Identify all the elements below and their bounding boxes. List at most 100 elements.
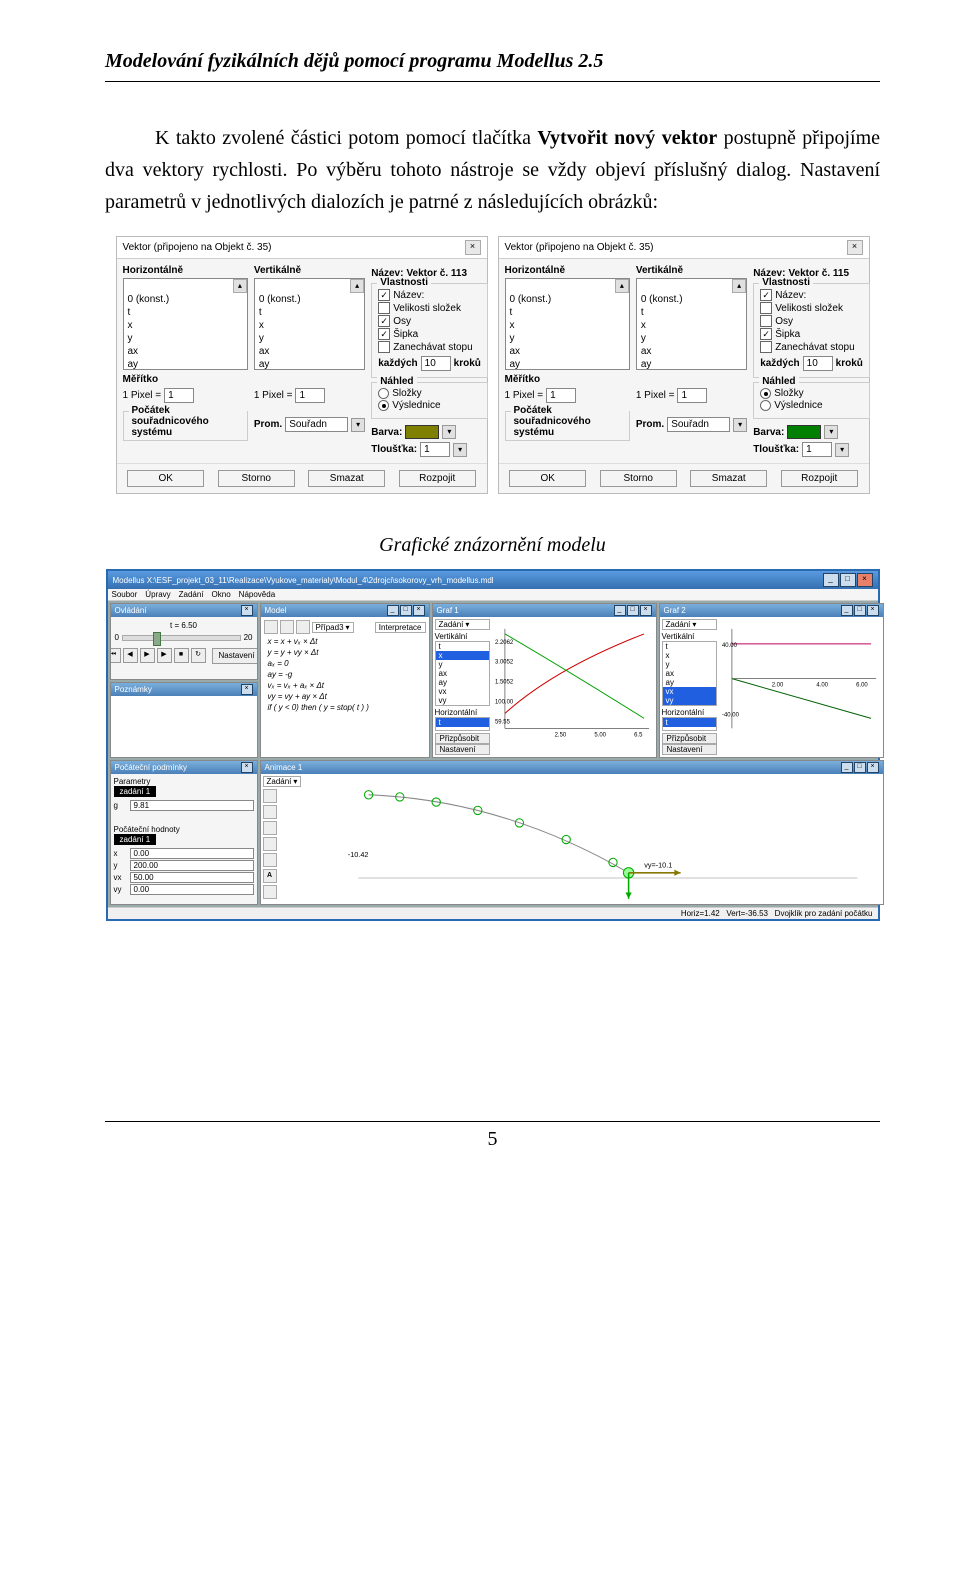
- dropdown-icon[interactable]: ▾: [351, 418, 365, 432]
- opt-t[interactable]: t: [255, 306, 364, 319]
- opt-x[interactable]: x: [506, 319, 629, 332]
- kazdych-input[interactable]: 10: [421, 356, 451, 371]
- opt-y[interactable]: y: [637, 332, 746, 345]
- close-icon[interactable]: ×: [465, 240, 481, 255]
- graf1-horiz-listbox[interactable]: t: [435, 717, 490, 731]
- g-input[interactable]: 9.81: [130, 800, 254, 811]
- radio-slozky[interactable]: [378, 388, 389, 399]
- storno-button[interactable]: Storno: [218, 470, 295, 487]
- check-zanechavat[interactable]: [378, 341, 390, 353]
- close-icon[interactable]: ×: [847, 240, 863, 255]
- close-icon[interactable]: ×: [241, 762, 253, 773]
- kazdych-input[interactable]: 10: [803, 356, 833, 371]
- text-icon[interactable]: A: [263, 869, 277, 883]
- ok-button[interactable]: OK: [127, 470, 204, 487]
- zadani-dropdown[interactable]: Zadání▾: [435, 619, 490, 630]
- scroll-up-icon[interactable]: ▴: [233, 279, 247, 293]
- close-icon[interactable]: ×: [241, 684, 253, 695]
- interpret-button[interactable]: Interpretace: [375, 622, 426, 633]
- opt-y[interactable]: y: [255, 332, 364, 345]
- color-swatch[interactable]: [787, 425, 821, 439]
- radio-vyslednice[interactable]: [378, 400, 389, 411]
- vert-listbox[interactable]: ▴ 0 (konst.) t x y ax ay vx vy: [636, 278, 747, 370]
- close-icon[interactable]: ×: [857, 573, 873, 587]
- maximize-icon[interactable]: □: [854, 605, 866, 616]
- opt-t[interactable]: t: [506, 306, 629, 319]
- maximize-icon[interactable]: □: [854, 762, 866, 773]
- particle-icon[interactable]: [263, 805, 277, 819]
- pen-icon[interactable]: [263, 837, 277, 851]
- rozpojit-button[interactable]: Rozpojit: [399, 470, 476, 487]
- opt-t[interactable]: t: [124, 306, 247, 319]
- pixel-input-v[interactable]: 1: [295, 388, 325, 403]
- vy-input[interactable]: 0.00: [130, 884, 254, 895]
- graf1-vert-listbox[interactable]: tx yaxay vxvy: [435, 641, 490, 706]
- y-input[interactable]: 200.00: [130, 860, 254, 871]
- rozpojit-button[interactable]: Rozpojit: [781, 470, 858, 487]
- radio-vyslednice[interactable]: [760, 400, 771, 411]
- opt-0konst[interactable]: 0 (konst.): [124, 293, 247, 306]
- storno-button[interactable]: Storno: [600, 470, 677, 487]
- menu-okno[interactable]: Okno: [212, 590, 231, 599]
- ruler-icon[interactable]: [263, 853, 277, 867]
- save-icon[interactable]: [296, 620, 310, 634]
- dropdown-icon[interactable]: ▾: [733, 418, 747, 432]
- pixel-input-v[interactable]: 1: [677, 388, 707, 403]
- minimize-icon[interactable]: _: [614, 605, 626, 616]
- close-icon[interactable]: ×: [413, 605, 425, 616]
- minimize-icon[interactable]: _: [841, 762, 853, 773]
- pixel-input-h[interactable]: 1: [164, 388, 194, 403]
- stop-icon[interactable]: ■: [174, 648, 189, 663]
- maximize-icon[interactable]: □: [627, 605, 639, 616]
- check-nazev[interactable]: ✓: [760, 289, 772, 301]
- menu-zadani[interactable]: Zadání: [179, 590, 204, 599]
- minimize-icon[interactable]: _: [841, 605, 853, 616]
- opt-t[interactable]: t: [637, 306, 746, 319]
- zadani-tab[interactable]: zadání 1: [114, 786, 157, 797]
- prom-input-v[interactable]: Souřadn: [667, 417, 730, 432]
- opt-ay[interactable]: ay: [255, 358, 364, 370]
- opt-ay[interactable]: ay: [637, 358, 746, 370]
- ok-button[interactable]: OK: [509, 470, 586, 487]
- graf2-vert-listbox[interactable]: txy axay vx vy: [662, 641, 717, 706]
- check-sipka[interactable]: ✓: [760, 328, 772, 340]
- opt-y[interactable]: y: [506, 332, 629, 345]
- opt-y[interactable]: y: [124, 332, 247, 345]
- scroll-up-icon[interactable]: ▴: [732, 279, 746, 293]
- scroll-up-icon[interactable]: ▴: [350, 279, 364, 293]
- tloustka-input[interactable]: 1: [802, 442, 832, 457]
- close-icon[interactable]: ×: [640, 605, 652, 616]
- menu-upravy[interactable]: Úpravy: [145, 590, 170, 599]
- menu-soubor[interactable]: Soubor: [112, 590, 138, 599]
- nastaveni-button[interactable]: Nastavení: [662, 744, 717, 755]
- opt-ay[interactable]: ay: [124, 358, 247, 370]
- opt-ax[interactable]: ax: [637, 345, 746, 358]
- opt-0konst[interactable]: 0 (konst.): [255, 293, 364, 306]
- opt-ax[interactable]: ax: [255, 345, 364, 358]
- app-menubar[interactable]: Soubor Úpravy Zadání Okno Nápověda: [108, 589, 878, 601]
- zadani-tab2[interactable]: zadání 1: [114, 834, 157, 845]
- dropdown-icon[interactable]: ▾: [824, 425, 838, 439]
- tloustka-input[interactable]: 1: [420, 442, 450, 457]
- new-icon[interactable]: [264, 620, 278, 634]
- check-osy[interactable]: ✓: [378, 315, 390, 327]
- loop-icon[interactable]: ↻: [191, 648, 206, 663]
- step-back-icon[interactable]: ◀: [123, 648, 138, 663]
- horiz-listbox[interactable]: ▴ 0 (konst.) t x y ax ay vx vy: [505, 278, 630, 370]
- x-input[interactable]: 0.00: [130, 848, 254, 859]
- radio-slozky[interactable]: [760, 388, 771, 399]
- opt-ay[interactable]: ay: [506, 358, 629, 370]
- dropdown-icon[interactable]: ▾: [453, 443, 467, 457]
- close-icon[interactable]: ×: [867, 605, 879, 616]
- graf2-horiz-listbox[interactable]: t: [662, 717, 717, 731]
- opt-x[interactable]: x: [637, 319, 746, 332]
- close-icon[interactable]: ×: [867, 762, 879, 773]
- rewind-icon[interactable]: ⏮: [111, 648, 121, 663]
- check-osy[interactable]: [760, 315, 772, 327]
- vert-listbox[interactable]: ▴ 0 (konst.) t x y ax ay vx vy: [254, 278, 365, 370]
- prizpusobit-button[interactable]: Přizpůsobit: [662, 733, 717, 744]
- smazat-button[interactable]: Smazat: [690, 470, 767, 487]
- maximize-icon[interactable]: □: [840, 573, 856, 587]
- vector-icon[interactable]: [263, 821, 277, 835]
- poznamky-body[interactable]: [111, 696, 257, 757]
